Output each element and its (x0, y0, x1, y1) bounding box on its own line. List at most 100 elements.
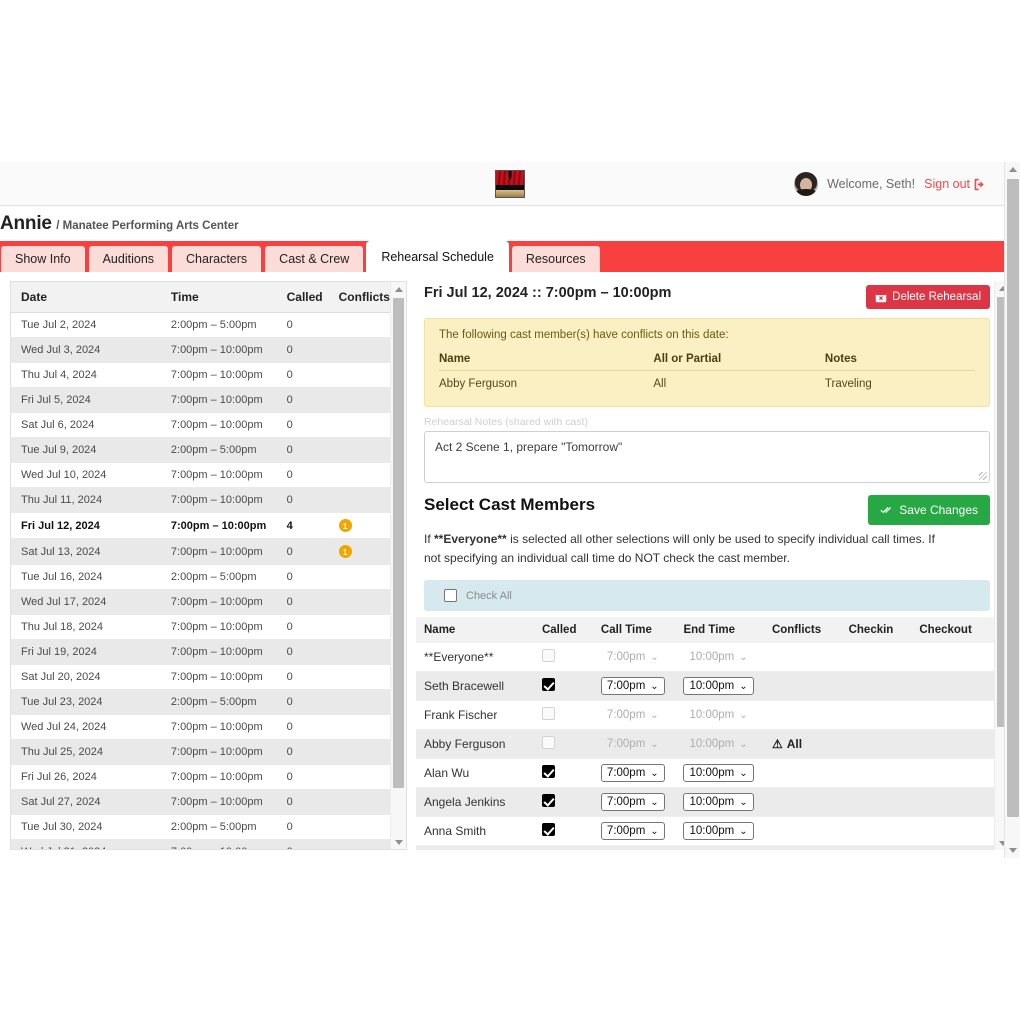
cast-conflict-cell (763, 700, 841, 731)
rehearsal-row[interactable]: Wed Jul 31, 20247:00pm – 10:00pm0 (11, 839, 390, 849)
rehearsal-row[interactable]: Wed Jul 10, 2024 7:00pm – 10:00pm 0 (11, 462, 390, 488)
cast-end-time-select[interactable]: 10:00pm ⌄ (683, 822, 754, 841)
cast-end-time-select-value: 10:00pm (689, 767, 735, 780)
theater-stage-logo-icon[interactable] (495, 169, 525, 198)
scrollbar-thumb[interactable] (393, 298, 404, 788)
rehearsal-row[interactable]: Tue Jul 30, 2024 2:00pm – 5:00pm 0 (11, 814, 390, 840)
check-all-checkbox[interactable] (444, 589, 457, 603)
window-scrollbar-thumb[interactable] (1007, 179, 1019, 817)
left-panel-scrollbar[interactable] (390, 282, 406, 849)
cast-member-row[interactable]: Anna Smith 7:00pm ⌄ 10:00pm ⌄ (416, 816, 994, 847)
site-header: Welcome, Seth! Sign out (0, 162, 1020, 206)
conflict-count-badge: 1 (338, 519, 352, 532)
cast-call-time-select-cell: 7:00pm ⌄ (592, 729, 676, 760)
cast-end-time-select-value: 10:00pm (689, 825, 735, 838)
cast-call-time-select[interactable]: 7:00pm ⌄ (600, 822, 665, 841)
user-avatar[interactable] (794, 172, 819, 196)
rehearsal-date: Fri Jul 5, 2024 (11, 387, 161, 413)
rehearsal-row[interactable]: Sat Jul 20, 2024 7:00pm – 10:00pm 0 (11, 664, 390, 690)
cast-checkin-cell (840, 787, 912, 818)
rehearsal-row[interactable]: Fri Jul 26, 2024 7:00pm – 10:00pm 0 (11, 764, 390, 790)
rehearsal-row[interactable]: Fri Jul 5, 2024 7:00pm – 10:00pm 0 (11, 387, 390, 413)
save-changes-button[interactable]: Save Changes (868, 495, 990, 525)
cast-member-row[interactable]: Alan Wu 7:00pm ⌄ 10:00pm ⌄ (416, 758, 994, 789)
cast-member-row[interactable]: Chris Nathers 7:00pm⌄10:00pm⌄ (416, 845, 994, 850)
schedule-col-conflicts: Conflicts (328, 282, 390, 313)
rehearsal-row[interactable]: Tue Jul 23, 2024 2:00pm – 5:00pm 0 (11, 689, 390, 715)
rehearsal-time: 7:00pm – 10:00pm (160, 538, 277, 565)
delete-rehearsal-button[interactable]: Delete Rehearsal (866, 285, 990, 309)
cast-end-time-select[interactable]: 10:00pm ⌄ (683, 793, 754, 812)
tab-auditions[interactable]: Auditions (87, 245, 170, 272)
cast-end-time-select[interactable]: 10:00pm ⌄ (683, 677, 754, 696)
rehearsal-row[interactable]: Thu Jul 18, 2024 7:00pm – 10:00pm 0 (11, 614, 390, 640)
cast-call-time-select[interactable]: 7:00pm ⌄ (600, 793, 665, 812)
rehearsal-notes-value: Act 2 Scene 1, prepare "Tomorrow" (435, 440, 623, 454)
scroll-up-arrow-icon[interactable] (391, 282, 406, 296)
tab-show-info[interactable]: Show Info (0, 245, 86, 272)
conflict-all-or-partial: All (653, 378, 667, 390)
cast-checkin-cell (840, 671, 912, 702)
rehearsal-time: 2:00pm – 5:00pm (160, 312, 277, 338)
cast-call-time-select: 7:00pm ⌄ (601, 648, 665, 666)
check-all-row[interactable]: Check All (424, 580, 990, 612)
rehearsal-notes-input[interactable]: Act 2 Scene 1, prepare "Tomorrow" (424, 431, 990, 483)
scroll-down-arrow-icon[interactable] (391, 835, 406, 849)
rehearsal-row[interactable]: Sat Jul 6, 2024 7:00pm – 10:00pm 0 (11, 412, 390, 438)
cast-called-checkbox[interactable] (541, 794, 555, 808)
cast-called-checkbox[interactable] (541, 678, 555, 692)
window-scrollbar[interactable] (1004, 162, 1020, 858)
rehearsal-row[interactable]: Wed Jul 3, 2024 7:00pm – 10:00pm 0 (11, 337, 390, 363)
cast-call-time-select[interactable]: 7:00pm ⌄ (600, 677, 665, 696)
cast-called-checkbox[interactable] (541, 823, 555, 837)
cast-call-time-select: 7:00pm ⌄ (601, 735, 665, 753)
rehearsal-row[interactable]: Tue Jul 2, 2024 2:00pm – 5:00pm 0 (11, 312, 390, 338)
cast-member-row[interactable]: **Everyone** 7:00pm ⌄ 10:00pm ⌄ (416, 643, 994, 673)
tab-rehearsal-schedule[interactable]: Rehearsal Schedule (366, 241, 509, 272)
rehearsal-row[interactable]: Tue Jul 9, 2024 2:00pm – 5:00pm 0 (11, 437, 390, 463)
tab-characters[interactable]: Characters (171, 245, 263, 272)
window-scroll-down-icon[interactable] (1005, 843, 1020, 858)
warning-triangle-icon: ⚠ (771, 737, 783, 752)
rehearsal-row[interactable]: Thu Jul 4, 2024 7:00pm – 10:00pm 0 (11, 362, 390, 388)
window-scroll-up-icon[interactable] (1005, 162, 1020, 177)
cast-member-row[interactable]: Abby Ferguson 7:00pm ⌄ 10:00pm ⌄ ⚠ All (416, 729, 994, 760)
rehearsal-row[interactable]: Wed Jul 17, 2024 7:00pm – 10:00pm 0 (11, 589, 390, 615)
tab-resources[interactable]: Resources (510, 245, 601, 272)
rehearsal-row[interactable]: Fri Jul 12, 2024 7:00pm – 10:00pm 4 1 (11, 512, 390, 539)
cast-member-name: **Everyone** (416, 643, 534, 673)
resize-grip-icon[interactable] (979, 472, 987, 480)
cast-table-body: **Everyone** 7:00pm ⌄ 10:00pm ⌄ Seth Bracewel… (416, 643, 994, 850)
rehearsal-row[interactable]: Tue Jul 16, 2024 2:00pm – 5:00pm 0 (11, 564, 390, 590)
rehearsal-row[interactable]: Sat Jul 27, 2024 7:00pm – 10:00pm 0 (11, 789, 390, 815)
cast-called-checkbox[interactable] (541, 707, 555, 721)
chevron-down-icon: ⌄ (650, 651, 659, 663)
cast-called-checkbox[interactable] (541, 736, 555, 750)
rehearsal-conflicts (328, 664, 390, 690)
cast-end-time-select[interactable]: 10:00pm ⌄ (683, 764, 754, 783)
rehearsal-row[interactable]: Thu Jul 25, 2024 7:00pm – 10:00pm 0 (11, 739, 390, 765)
rehearsal-row[interactable]: Thu Jul 11, 2024 7:00pm – 10:00pm 0 (11, 487, 390, 513)
cast-col-call-time: Call Time (592, 617, 676, 644)
rehearsal-date: Fri Jul 26, 2024 (11, 764, 161, 790)
rehearsal-conflicts (328, 739, 390, 765)
sign-out-link[interactable]: Sign out (924, 177, 986, 191)
cast-end-time-select-cell: 10:00pm⌄ (675, 758, 764, 789)
rehearsal-row[interactable]: Fri Jul 19, 2024 7:00pm – 10:00pm 0 (11, 639, 390, 665)
tab-cast-crew[interactable]: Cast & Crew (264, 245, 365, 272)
tab-label: Show Info (15, 252, 71, 266)
cast-called-checkbox[interactable] (541, 649, 555, 663)
cast-call-time-select[interactable]: 7:00pm ⌄ (600, 764, 665, 783)
conflict-table-body: Abby Ferguson All Traveling (439, 371, 975, 390)
cast-member-row[interactable]: Angela Jenkins 7:00pm ⌄ 10:00pm ⌄ (416, 787, 994, 818)
cast-end-time-select-cell: 10:00pm⌄ (675, 845, 764, 850)
cast-member-row[interactable]: Frank Fischer 7:00pm ⌄ 10:00pm ⌄ (416, 700, 994, 731)
rehearsal-conflicts: 1 (328, 538, 390, 565)
cast-end-time-select: 10:00pm ⌄ (683, 706, 753, 724)
cast-member-row[interactable]: Seth Bracewell 7:00pm ⌄ 10:00pm ⌄ (416, 671, 994, 702)
rehearsal-row[interactable]: Wed Jul 24, 2024 7:00pm – 10:00pm 0 (11, 714, 390, 740)
cast-called-cell (533, 758, 593, 789)
cast-called-checkbox[interactable] (541, 765, 555, 779)
rehearsal-row[interactable]: Sat Jul 13, 2024 7:00pm – 10:00pm 0 1 (11, 538, 390, 565)
rehearsal-time: 2:00pm – 5:00pm (160, 437, 277, 463)
